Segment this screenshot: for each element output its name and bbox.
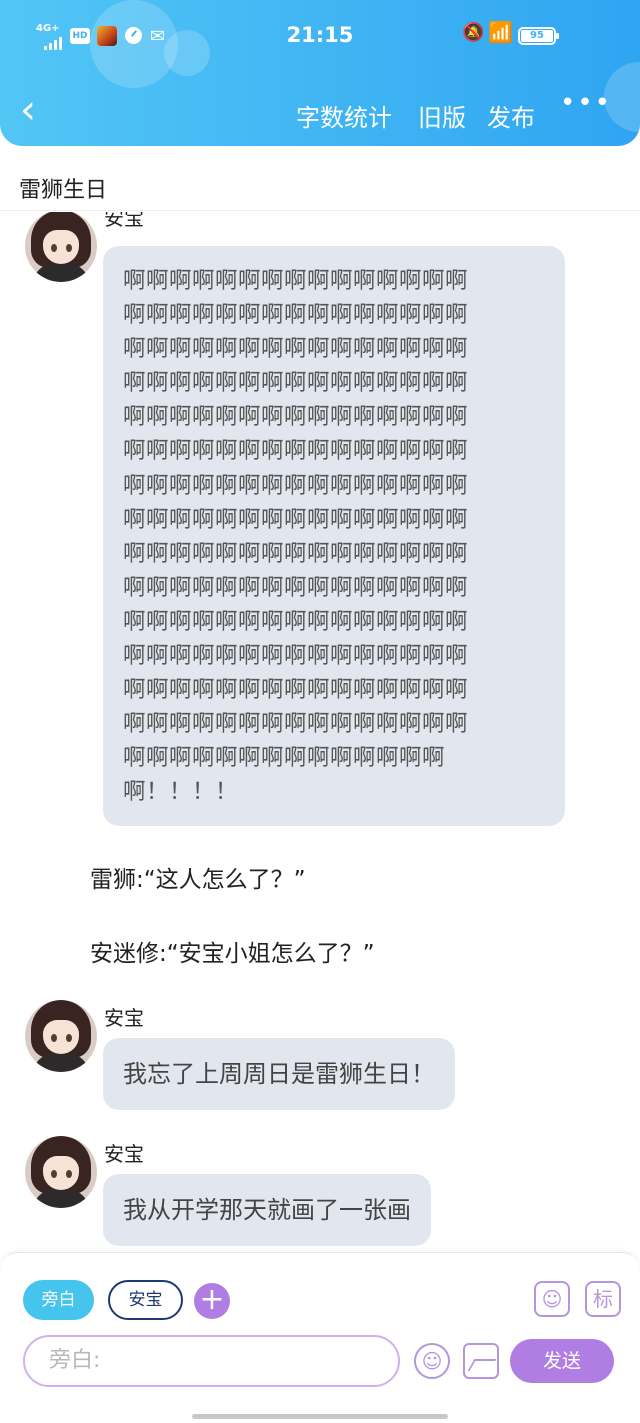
- publish-button[interactable]: 发布: [487, 98, 535, 133]
- message-bubble-long[interactable]: 啊啊啊啊啊啊啊啊啊啊啊啊啊啊啊 啊啊啊啊啊啊啊啊啊啊啊啊啊啊啊 啊啊啊啊啊啊啊啊啊啊…: [103, 246, 565, 826]
- message-line: 啊啊啊啊啊啊啊啊啊啊啊啊啊啊啊: [123, 574, 469, 601]
- message-line: 啊啊啊啊啊啊啊啊啊啊啊啊啊啊: [123, 745, 446, 772]
- message-line: 啊啊啊啊啊啊啊啊啊啊啊啊啊啊啊: [123, 370, 469, 397]
- avatar[interactable]: [25, 1000, 97, 1072]
- send-button[interactable]: 发送: [510, 1339, 614, 1383]
- story-title-bar: 雷狮生日: [0, 148, 640, 211]
- speaker-name: 安宝: [104, 1006, 144, 1030]
- message-line: 啊啊啊啊啊啊啊啊啊啊啊啊啊啊啊: [123, 438, 469, 465]
- message-line: 啊啊啊啊啊啊啊啊啊啊啊啊啊啊啊: [123, 540, 469, 567]
- avatar[interactable]: [25, 212, 97, 282]
- battery-icon: 95: [518, 27, 559, 45]
- speaker-name: 安宝: [104, 212, 144, 230]
- message-line: 啊啊啊啊啊啊啊啊啊啊啊啊啊啊啊: [123, 336, 469, 363]
- composer-panel: 旁白 安宝 + ☺ 标 旁白: ☺ 发送: [0, 1252, 640, 1423]
- message-line: 啊啊啊啊啊啊啊啊啊啊啊啊啊啊啊: [123, 643, 469, 670]
- add-character-button[interactable]: +: [194, 1283, 230, 1319]
- more-menu-icon[interactable]: •••: [560, 88, 612, 118]
- message-line: 啊！！！！: [123, 779, 239, 806]
- message-line: 啊啊啊啊啊啊啊啊啊啊啊啊啊啊啊: [123, 268, 469, 294]
- message-line: 啊啊啊啊啊啊啊啊啊啊啊啊啊啊啊: [123, 472, 469, 499]
- old-version-button[interactable]: 旧版: [418, 98, 466, 133]
- avatar[interactable]: [25, 1136, 97, 1208]
- message-input[interactable]: 旁白:: [23, 1335, 400, 1387]
- message-line: 啊啊啊啊啊啊啊啊啊啊啊啊啊啊啊: [123, 404, 469, 431]
- nav-bar: ‹ 字数统计 旧版 发布 •••: [0, 88, 640, 142]
- header-bar: 4G+ HD ✉ 21:15 🔕 📶 95 ‹ 字数统计 旧版 发布 •••: [0, 0, 640, 146]
- story-content[interactable]: 安宝 啊啊啊啊啊啊啊啊啊啊啊啊啊啊啊 啊啊啊啊啊啊啊啊啊啊啊啊啊啊啊 啊啊啊啊啊啊啊…: [0, 212, 640, 1252]
- back-button[interactable]: ‹: [20, 90, 56, 132]
- message-line: 啊啊啊啊啊啊啊啊啊啊啊啊啊啊啊: [123, 711, 469, 738]
- home-indicator[interactable]: [192, 1414, 448, 1419]
- message-line: 啊啊啊啊啊啊啊啊啊啊啊啊啊啊啊: [123, 506, 469, 533]
- status-bar: 4G+ HD ✉ 21:15 🔕 📶 95: [0, 20, 640, 54]
- character-profile-icon[interactable]: ☺: [534, 1281, 570, 1317]
- message-line: 啊啊啊啊啊啊啊啊啊啊啊啊啊啊啊: [123, 608, 469, 635]
- narrator-chip[interactable]: 旁白: [23, 1280, 94, 1320]
- mute-bell-icon: 🔕: [462, 22, 485, 43]
- image-icon[interactable]: [463, 1343, 499, 1379]
- character-chip[interactable]: 安宝: [108, 1280, 183, 1320]
- message-bubble[interactable]: 我忘了上周周日是雷狮生日！: [103, 1038, 455, 1110]
- tag-button[interactable]: 标: [585, 1281, 621, 1317]
- narration-line[interactable]: 安迷修:“安宝小姐怎么了？”: [90, 934, 375, 968]
- wifi-icon: 📶: [488, 20, 513, 44]
- message-line: 啊啊啊啊啊啊啊啊啊啊啊啊啊啊啊: [123, 302, 469, 329]
- narration-line[interactable]: 雷狮:“这人怎么了？”: [90, 860, 306, 894]
- emoji-icon[interactable]: ☺: [414, 1343, 450, 1379]
- message-line: 啊啊啊啊啊啊啊啊啊啊啊啊啊啊啊: [123, 677, 469, 704]
- word-count-button[interactable]: 字数统计: [296, 98, 392, 133]
- battery-level: 95: [521, 30, 553, 42]
- message-bubble[interactable]: 我从开学那天就画了一张画: [103, 1174, 431, 1246]
- speaker-name: 安宝: [104, 1142, 144, 1166]
- story-title[interactable]: 雷狮生日: [19, 172, 107, 204]
